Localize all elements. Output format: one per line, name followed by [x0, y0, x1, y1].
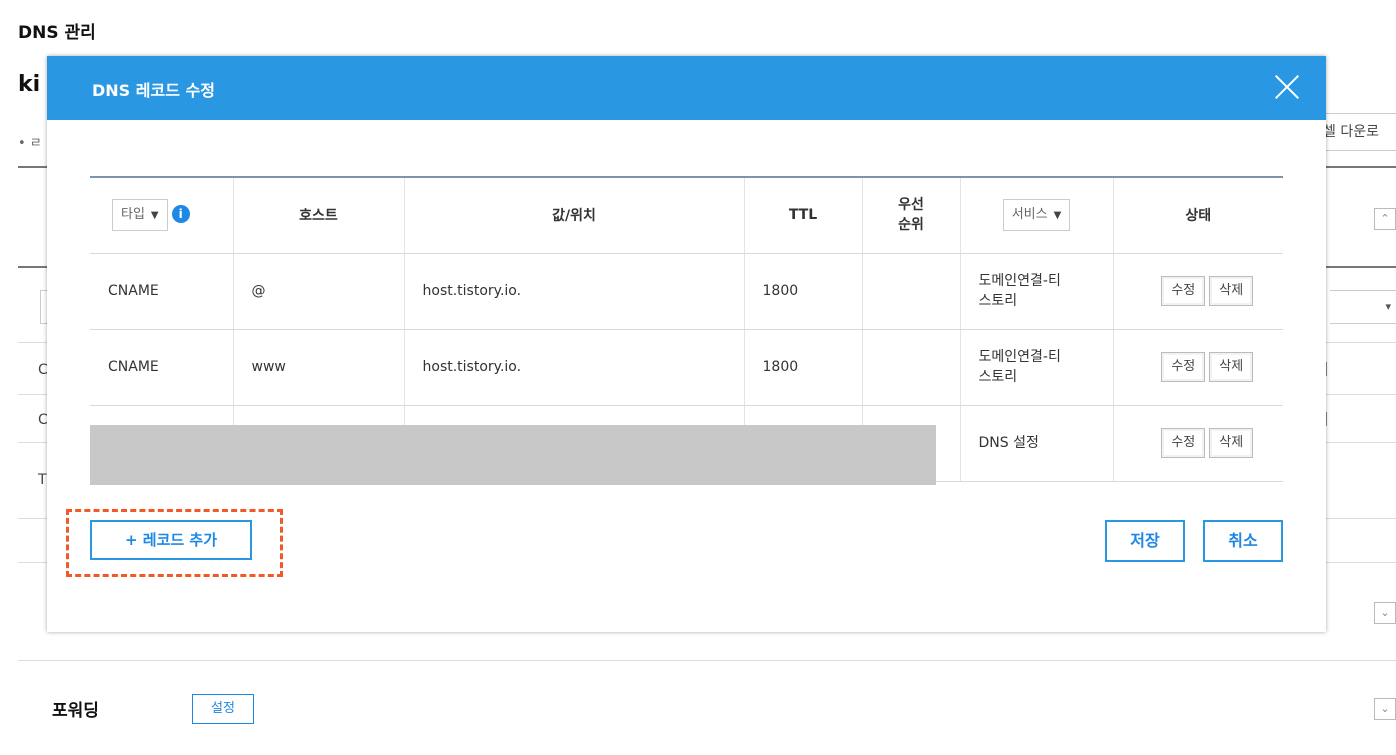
record-actions: 수정 삭제	[1113, 253, 1283, 330]
filter-select-right[interactable]: ▾	[1330, 290, 1396, 324]
record-service: 도메인연결-티 스토리	[960, 329, 1114, 406]
record-service: 도메인연결-티 스토리	[960, 253, 1114, 330]
redaction-mask	[90, 425, 936, 485]
edit-record-button[interactable]: 수정	[1161, 352, 1206, 382]
save-button[interactable]: 저장	[1105, 520, 1185, 562]
delete-record-button[interactable]: 삭제	[1209, 428, 1254, 458]
chevron-down-icon: ▼	[1053, 210, 1062, 222]
priority-line1: 우선	[898, 197, 924, 214]
column-header-value: 값/위치	[404, 177, 745, 254]
record-value: host.tistory.io.	[404, 329, 745, 406]
service-line1: 도메인연결-티	[978, 273, 1061, 289]
delete-record-button[interactable]: 삭제	[1209, 352, 1254, 382]
record-priority	[862, 253, 961, 330]
bg-row-tick	[1326, 362, 1327, 376]
record-actions: 수정 삭제	[1113, 405, 1283, 482]
bullet-text: • ㄹ	[18, 136, 42, 151]
service-filter-label: 서비스	[1011, 207, 1048, 223]
record-ttl: 1800	[744, 329, 863, 406]
divider	[18, 660, 1396, 661]
page: DNS 관리 ki • ㄹ 셀 다운로 ⌃ ▾ C C T ⌄ 포워딩 설정 ⌄…	[0, 0, 1396, 755]
column-header-service: 서비스 ▼	[960, 177, 1114, 254]
record-type: CNAME	[90, 253, 234, 330]
priority-line2: 순위	[898, 217, 924, 234]
add-record-button[interactable]: + 레코드 추가	[90, 520, 252, 560]
page-title: DNS 관리	[18, 23, 96, 43]
record-priority	[862, 329, 961, 406]
bg-row-letter: T	[38, 472, 47, 488]
expand-toggle-icon[interactable]: ⌄	[1374, 698, 1396, 720]
collapse-toggle-icon[interactable]: ⌃	[1374, 208, 1396, 230]
record-value: host.tistory.io.	[404, 253, 745, 330]
type-filter-select[interactable]: 타입 ▼	[112, 199, 168, 232]
service-line2: 스토리	[978, 369, 1018, 385]
forwarding-label: 포워딩	[52, 701, 99, 721]
service-line2: 스토리	[978, 293, 1018, 309]
record-ttl: 1800	[744, 253, 863, 330]
cancel-button[interactable]: 취소	[1203, 520, 1283, 562]
column-header-state: 상태	[1113, 177, 1283, 254]
forwarding-settings-button[interactable]: 설정	[192, 694, 254, 724]
close-icon[interactable]	[1270, 70, 1304, 104]
record-actions: 수정 삭제	[1113, 329, 1283, 406]
chevron-down-icon: ▼	[150, 210, 159, 222]
column-header-host: 호스트	[233, 177, 405, 254]
table-row: CNAME www host.tistory.io. 1800 도메인연결-티 …	[90, 329, 1283, 406]
edit-record-button[interactable]: 수정	[1161, 276, 1206, 306]
domain-heading: ki	[18, 72, 41, 97]
column-header-priority: 우선 순위	[862, 177, 961, 254]
service-line1: DNS 설정	[978, 435, 1039, 451]
record-host: @	[233, 253, 405, 330]
info-icon[interactable]: i	[171, 205, 190, 224]
excel-download-button[interactable]: 셀 다운로	[1318, 113, 1396, 151]
record-host: www	[233, 329, 405, 406]
record-service: DNS 설정	[960, 405, 1114, 482]
service-filter-select[interactable]: 서비스 ▼	[1002, 199, 1071, 232]
dns-record-edit-modal: DNS 레코드 수정 타입 ▼ i 호스트 값/위치 TTL 우선 순위 서비스…	[47, 56, 1326, 632]
record-type: CNAME	[90, 329, 234, 406]
edit-record-button[interactable]: 수정	[1161, 428, 1206, 458]
expand-toggle-icon[interactable]: ⌄	[1374, 602, 1396, 624]
column-header-ttl: TTL	[744, 177, 863, 254]
modal-header: DNS 레코드 수정	[47, 56, 1326, 120]
delete-record-button[interactable]: 삭제	[1209, 276, 1254, 306]
modal-title: DNS 레코드 수정	[92, 81, 215, 100]
bg-row-tick	[1326, 412, 1327, 426]
column-header-type: 타입 ▼ i	[90, 177, 234, 254]
type-filter-label: 타입	[121, 207, 145, 223]
service-line1: 도메인연결-티	[978, 349, 1061, 365]
table-header-row: 타입 ▼ i 호스트 값/위치 TTL 우선 순위 서비스 ▼ 상태	[90, 177, 1283, 254]
table-row: CNAME @ host.tistory.io. 1800 도메인연결-티 스토…	[90, 253, 1283, 330]
